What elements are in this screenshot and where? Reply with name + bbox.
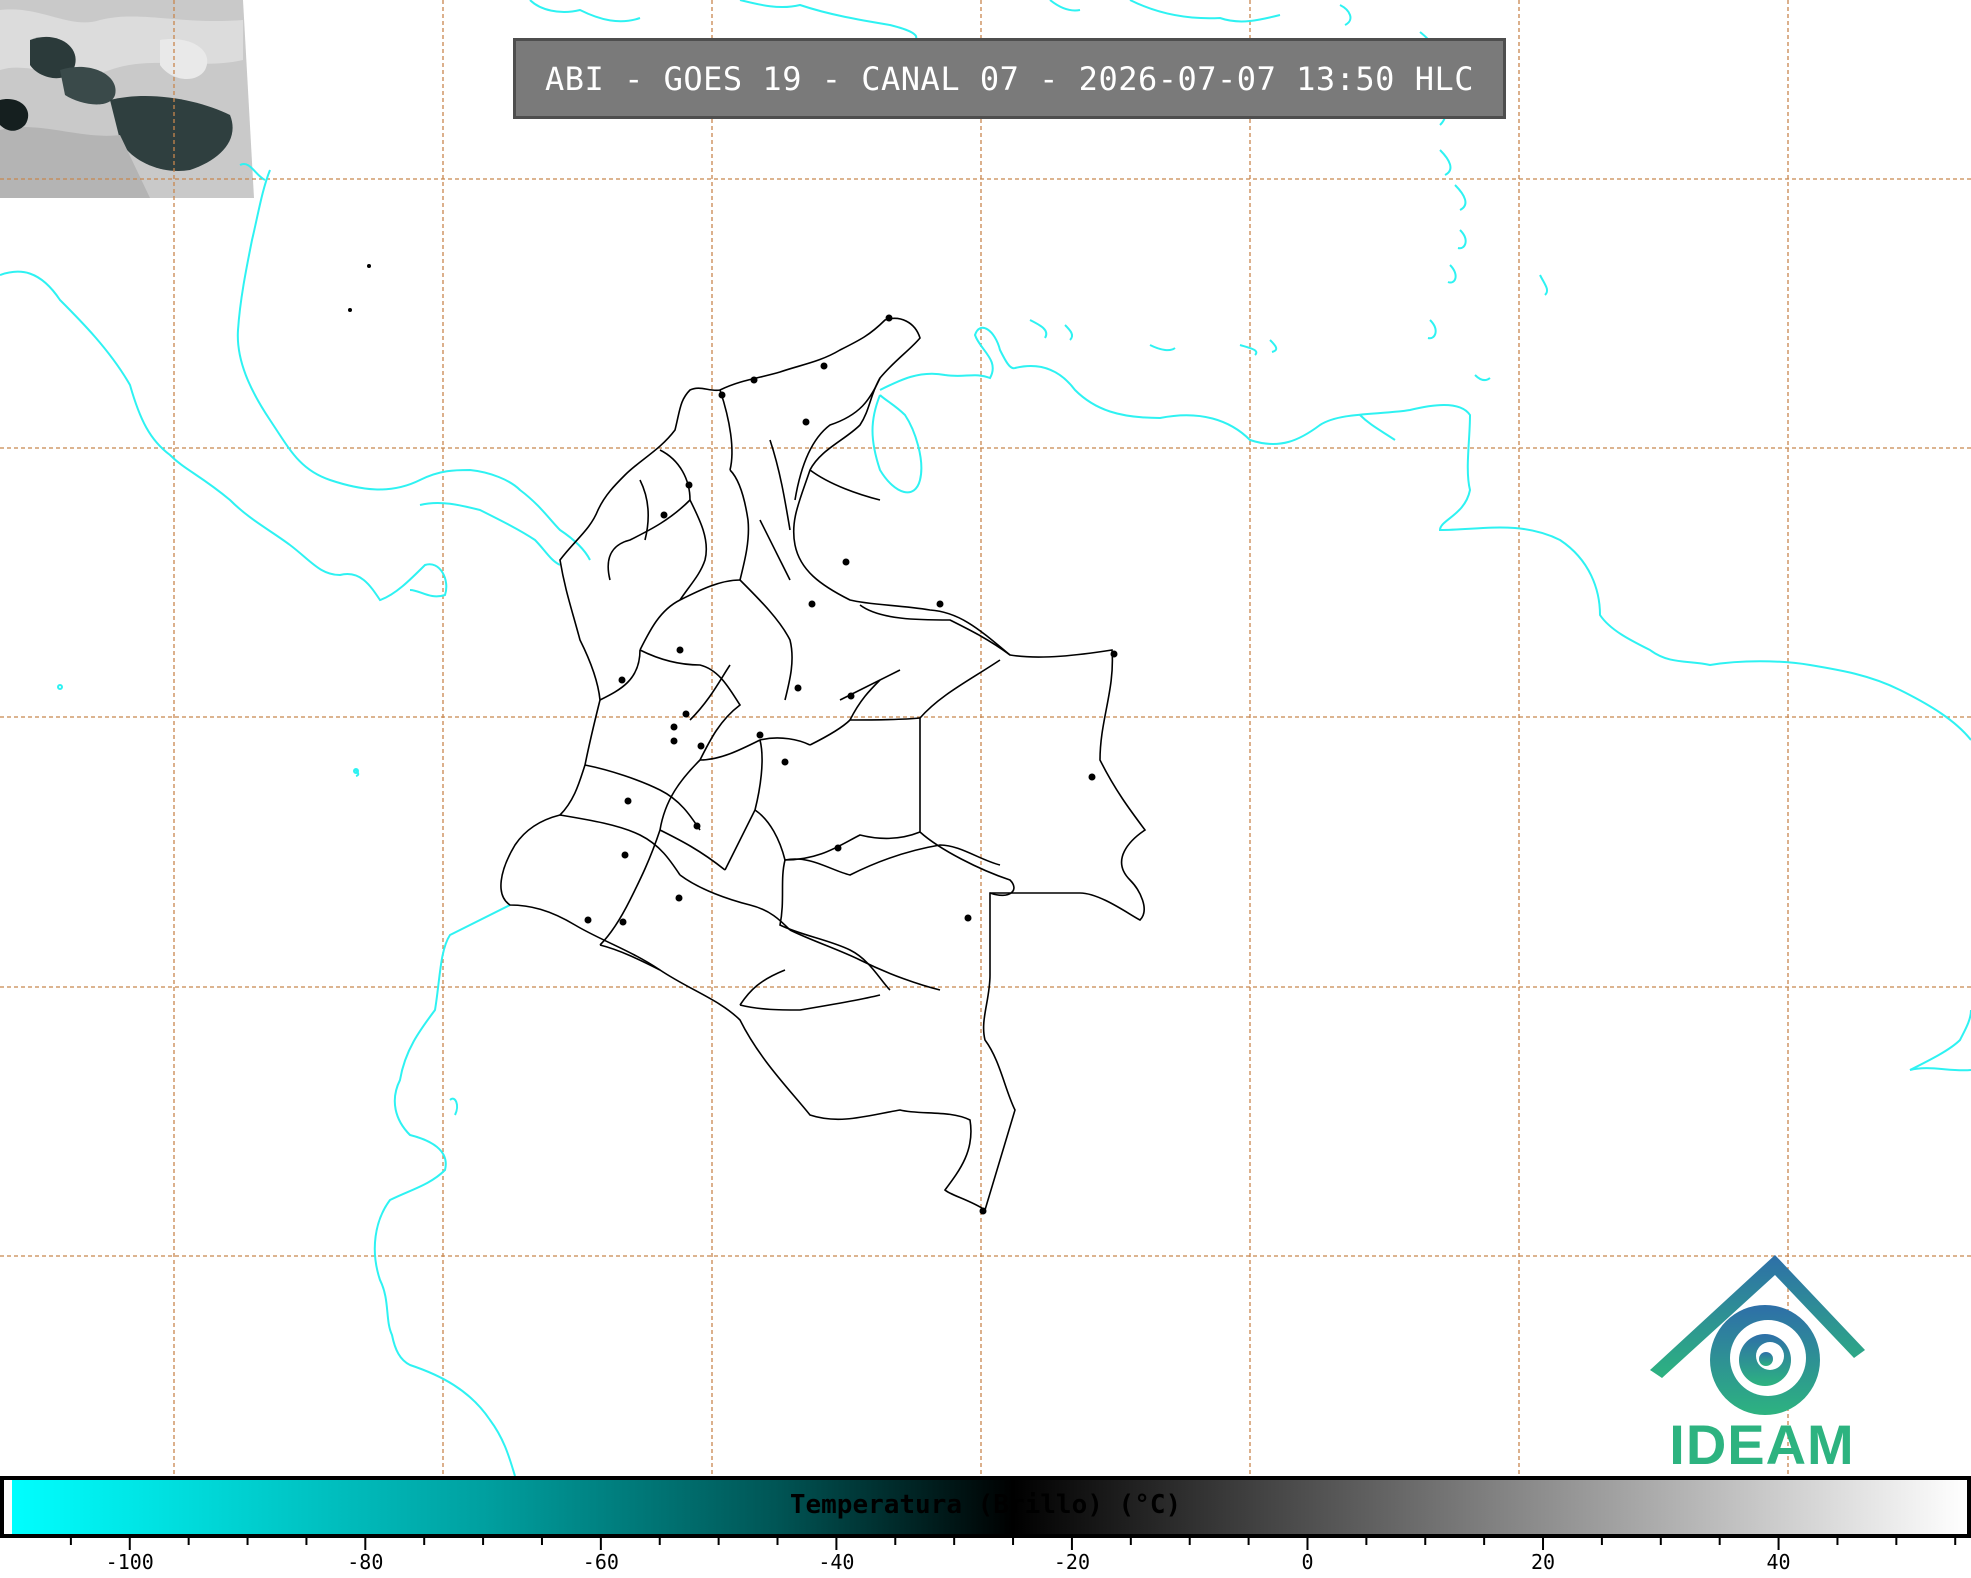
ideam-wordmark: IDEAM: [1669, 1413, 1855, 1476]
country-borders: [500, 317, 1147, 1212]
colorbar-tick-label: -60: [582, 1550, 619, 1574]
colorbar-tick-label: 20: [1530, 1550, 1556, 1574]
colorbar-ticks: [69, 1538, 1957, 1550]
colorbar-tick-label: -100: [105, 1550, 154, 1574]
colorbar-tick-label: -40: [818, 1550, 855, 1574]
satellite-map-view: ABI - GOES 19 - CANAL 07 - 2026-07-07 13…: [0, 0, 1971, 1577]
colorbar-tick-label: -80: [347, 1550, 384, 1574]
map-title: ABI - GOES 19 - CANAL 07 - 2026-07-07 13…: [513, 38, 1506, 119]
colorbar-tick-label: 0: [1301, 1550, 1314, 1574]
colorbar-tick-label: -20: [1053, 1550, 1090, 1574]
city-markers: [348, 264, 1118, 1215]
colorbar-tick-label: 40: [1766, 1550, 1791, 1574]
colorbar-title: Temperatura (Brillo) (°C): [789, 1490, 1182, 1520]
cloud-imagery-patch: [0, 0, 254, 198]
